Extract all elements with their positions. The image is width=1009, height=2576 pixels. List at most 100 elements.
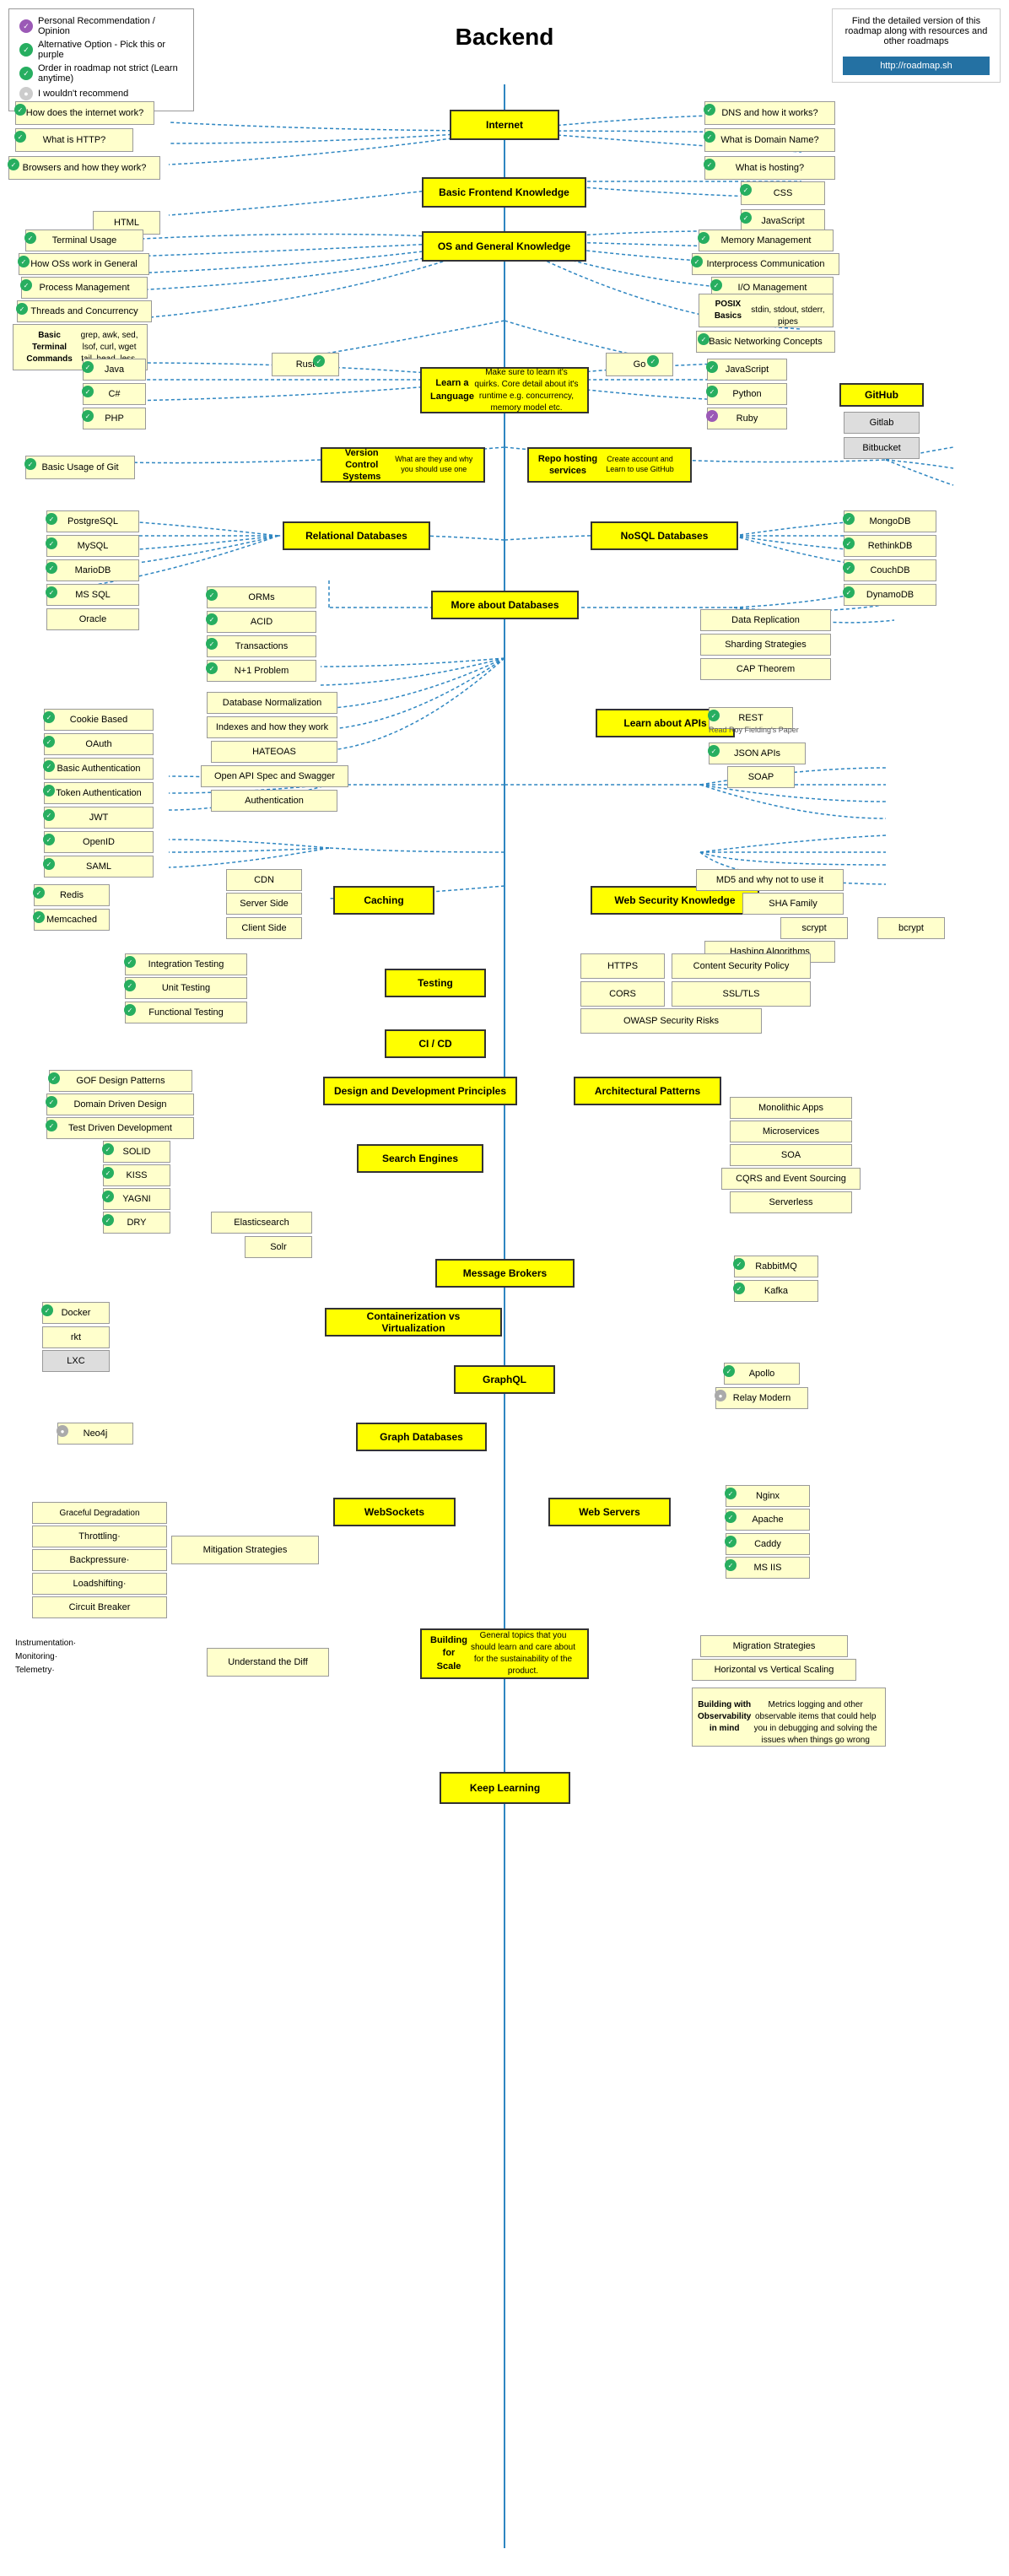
node-cap: CAP Theorem	[700, 658, 831, 680]
node-migration-strategies: Migration Strategies	[700, 1635, 848, 1657]
node-build-observability: Building with Observability in mindMetri…	[692, 1688, 886, 1747]
node-soap: SOAP	[727, 766, 795, 788]
badge-openid: ✓	[43, 834, 55, 845]
badge-mongodb: ✓	[843, 513, 855, 525]
roadmap-url-button[interactable]: http://roadmap.sh	[843, 57, 990, 75]
node-authentication-api: Authentication	[211, 790, 337, 812]
legend-personal-icon: ✓	[19, 19, 33, 33]
node-go: Go	[606, 353, 673, 376]
node-ssl-tls: SSL/TLS	[672, 981, 811, 1007]
badge-jwt: ✓	[43, 809, 55, 821]
badge-csharp: ✓	[82, 386, 94, 397]
badge-kafka: ✓	[733, 1283, 745, 1294]
node-javascript: JavaScript	[707, 359, 787, 381]
badge-js: ✓	[706, 361, 718, 373]
badge-rust: ✓	[313, 355, 325, 367]
legend-not-rec-icon: ●	[19, 87, 33, 100]
node-caching: Caching	[333, 886, 434, 915]
badge-psql: ✓	[46, 513, 57, 525]
node-posix: POSIX Basicsstdin, stdout, stderr, pipes	[699, 294, 834, 327]
badge-apollo: ✓	[723, 1365, 735, 1377]
legend-alt-text: Alternative Option - Pick this or purple	[38, 40, 183, 60]
badge-mariadb: ✓	[46, 562, 57, 574]
badge-acid: ✓	[206, 613, 218, 625]
badge-ruby: ✓	[706, 410, 718, 422]
badge-token-auth: ✓	[43, 785, 55, 797]
badge-ddd: ✓	[46, 1096, 57, 1108]
badge-rethinkdb: ✓	[843, 537, 855, 549]
badge-basic-auth: ✓	[43, 760, 55, 772]
node-search-engines: Search Engines	[357, 1144, 483, 1173]
node-integration-testing: Integration Testing	[125, 953, 247, 975]
node-soa: SOA	[730, 1144, 852, 1166]
node-gitlab: Gitlab	[844, 412, 920, 434]
badge-neo4j: ●	[57, 1425, 68, 1437]
node-content-security: Content Security Policy	[672, 953, 811, 979]
security-cors-ssl-group: CORS SSL/TLS	[580, 981, 811, 1007]
node-terminal-usage: Terminal Usage	[25, 230, 143, 251]
badge-python: ✓	[706, 386, 718, 397]
node-mitigation: Mitigation Strategies	[171, 1536, 319, 1564]
node-cors: CORS	[580, 981, 665, 1007]
url-box: Find the detailed version of this roadma…	[832, 8, 1001, 83]
node-python: Python	[707, 383, 787, 405]
legend-personal: ✓ Personal Recommendation / Opinion	[19, 16, 183, 36]
legend-personal-text: Personal Recommendation / Opinion	[38, 16, 183, 36]
node-indexes: Indexes and how they work	[207, 716, 337, 738]
node-ipc: Interprocess Communication	[692, 253, 839, 275]
node-serverless: Serverless	[730, 1191, 852, 1213]
node-what-is-http: What is HTTP?	[15, 128, 133, 152]
security-owasp-group: OWASP Security Risks	[580, 1008, 762, 1034]
node-functional-testing: Functional Testing	[125, 1002, 247, 1023]
node-networking-concepts: Basic Networking Concepts	[696, 331, 835, 353]
node-domain-name: What is Domain Name?	[704, 128, 835, 152]
badge-orms: ✓	[206, 589, 218, 601]
node-monolithic: Monolithic Apps	[730, 1097, 852, 1119]
node-basic-auth: Basic Authentication	[44, 758, 154, 780]
node-neo4j: Neo4j	[57, 1423, 133, 1445]
node-db-normalization: Database Normalization	[207, 692, 337, 714]
badge-how-internet: ✓	[14, 104, 26, 116]
badge-oauth: ✓	[43, 736, 55, 748]
node-lxc: LXC	[42, 1350, 110, 1372]
node-internet: Internet	[450, 110, 559, 140]
badge-integration: ✓	[124, 956, 136, 968]
node-elasticsearch: Elasticsearch	[211, 1212, 312, 1234]
badge-relay: ●	[715, 1390, 726, 1401]
node-containerization: Containerization vs Virtualization	[325, 1308, 502, 1337]
node-client-side: Client Side	[226, 917, 302, 939]
node-horizontal-vertical: Horizontal vs Vertical Scaling	[692, 1659, 856, 1681]
node-dns: DNS and how it works?	[704, 101, 835, 125]
badge-unit: ✓	[124, 980, 136, 991]
node-couchdb: CouchDB	[844, 559, 936, 581]
page-title: Backend	[456, 24, 554, 51]
node-acid: ACID	[207, 611, 316, 633]
node-memcached: Memcached	[34, 909, 110, 931]
badge-js-fe: ✓	[740, 212, 752, 224]
badge-io: ✓	[710, 279, 722, 291]
node-tdd: Test Driven Development	[46, 1117, 194, 1139]
badge-http: ✓	[14, 131, 26, 143]
badge-json-apis: ✓	[708, 745, 720, 757]
node-more-db: More about Databases	[431, 591, 579, 619]
node-scrypt: scrypt	[780, 917, 848, 939]
badge-couchdb: ✓	[843, 562, 855, 574]
node-repo-hosting: Repo hosting servicesCreate account and …	[527, 447, 692, 483]
badge-mssql: ✓	[46, 586, 57, 598]
node-process-mgmt: Process Management	[21, 277, 148, 299]
badge-rest: ✓	[708, 710, 720, 721]
badge-transactions: ✓	[206, 638, 218, 650]
badge-solid: ✓	[102, 1143, 114, 1155]
node-nosql: NoSQL Databases	[591, 521, 738, 550]
legend-alt: ✓ Alternative Option - Pick this or purp…	[19, 40, 183, 60]
node-rabbitmq: RabbitMQ	[734, 1256, 818, 1277]
badge-threads: ✓	[16, 303, 28, 315]
node-cookie-based: Cookie Based	[44, 709, 154, 731]
node-websockets: WebSockets	[333, 1498, 456, 1526]
node-basic-frontend: Basic Frontend Knowledge	[422, 177, 586, 208]
node-throttling: Throttling·	[32, 1526, 167, 1547]
node-how-internet: How does the internet work?	[15, 101, 154, 125]
badge-git: ✓	[24, 458, 36, 470]
node-md5: MD5 and why not to use it	[696, 869, 844, 891]
node-transactions: Transactions	[207, 635, 316, 657]
